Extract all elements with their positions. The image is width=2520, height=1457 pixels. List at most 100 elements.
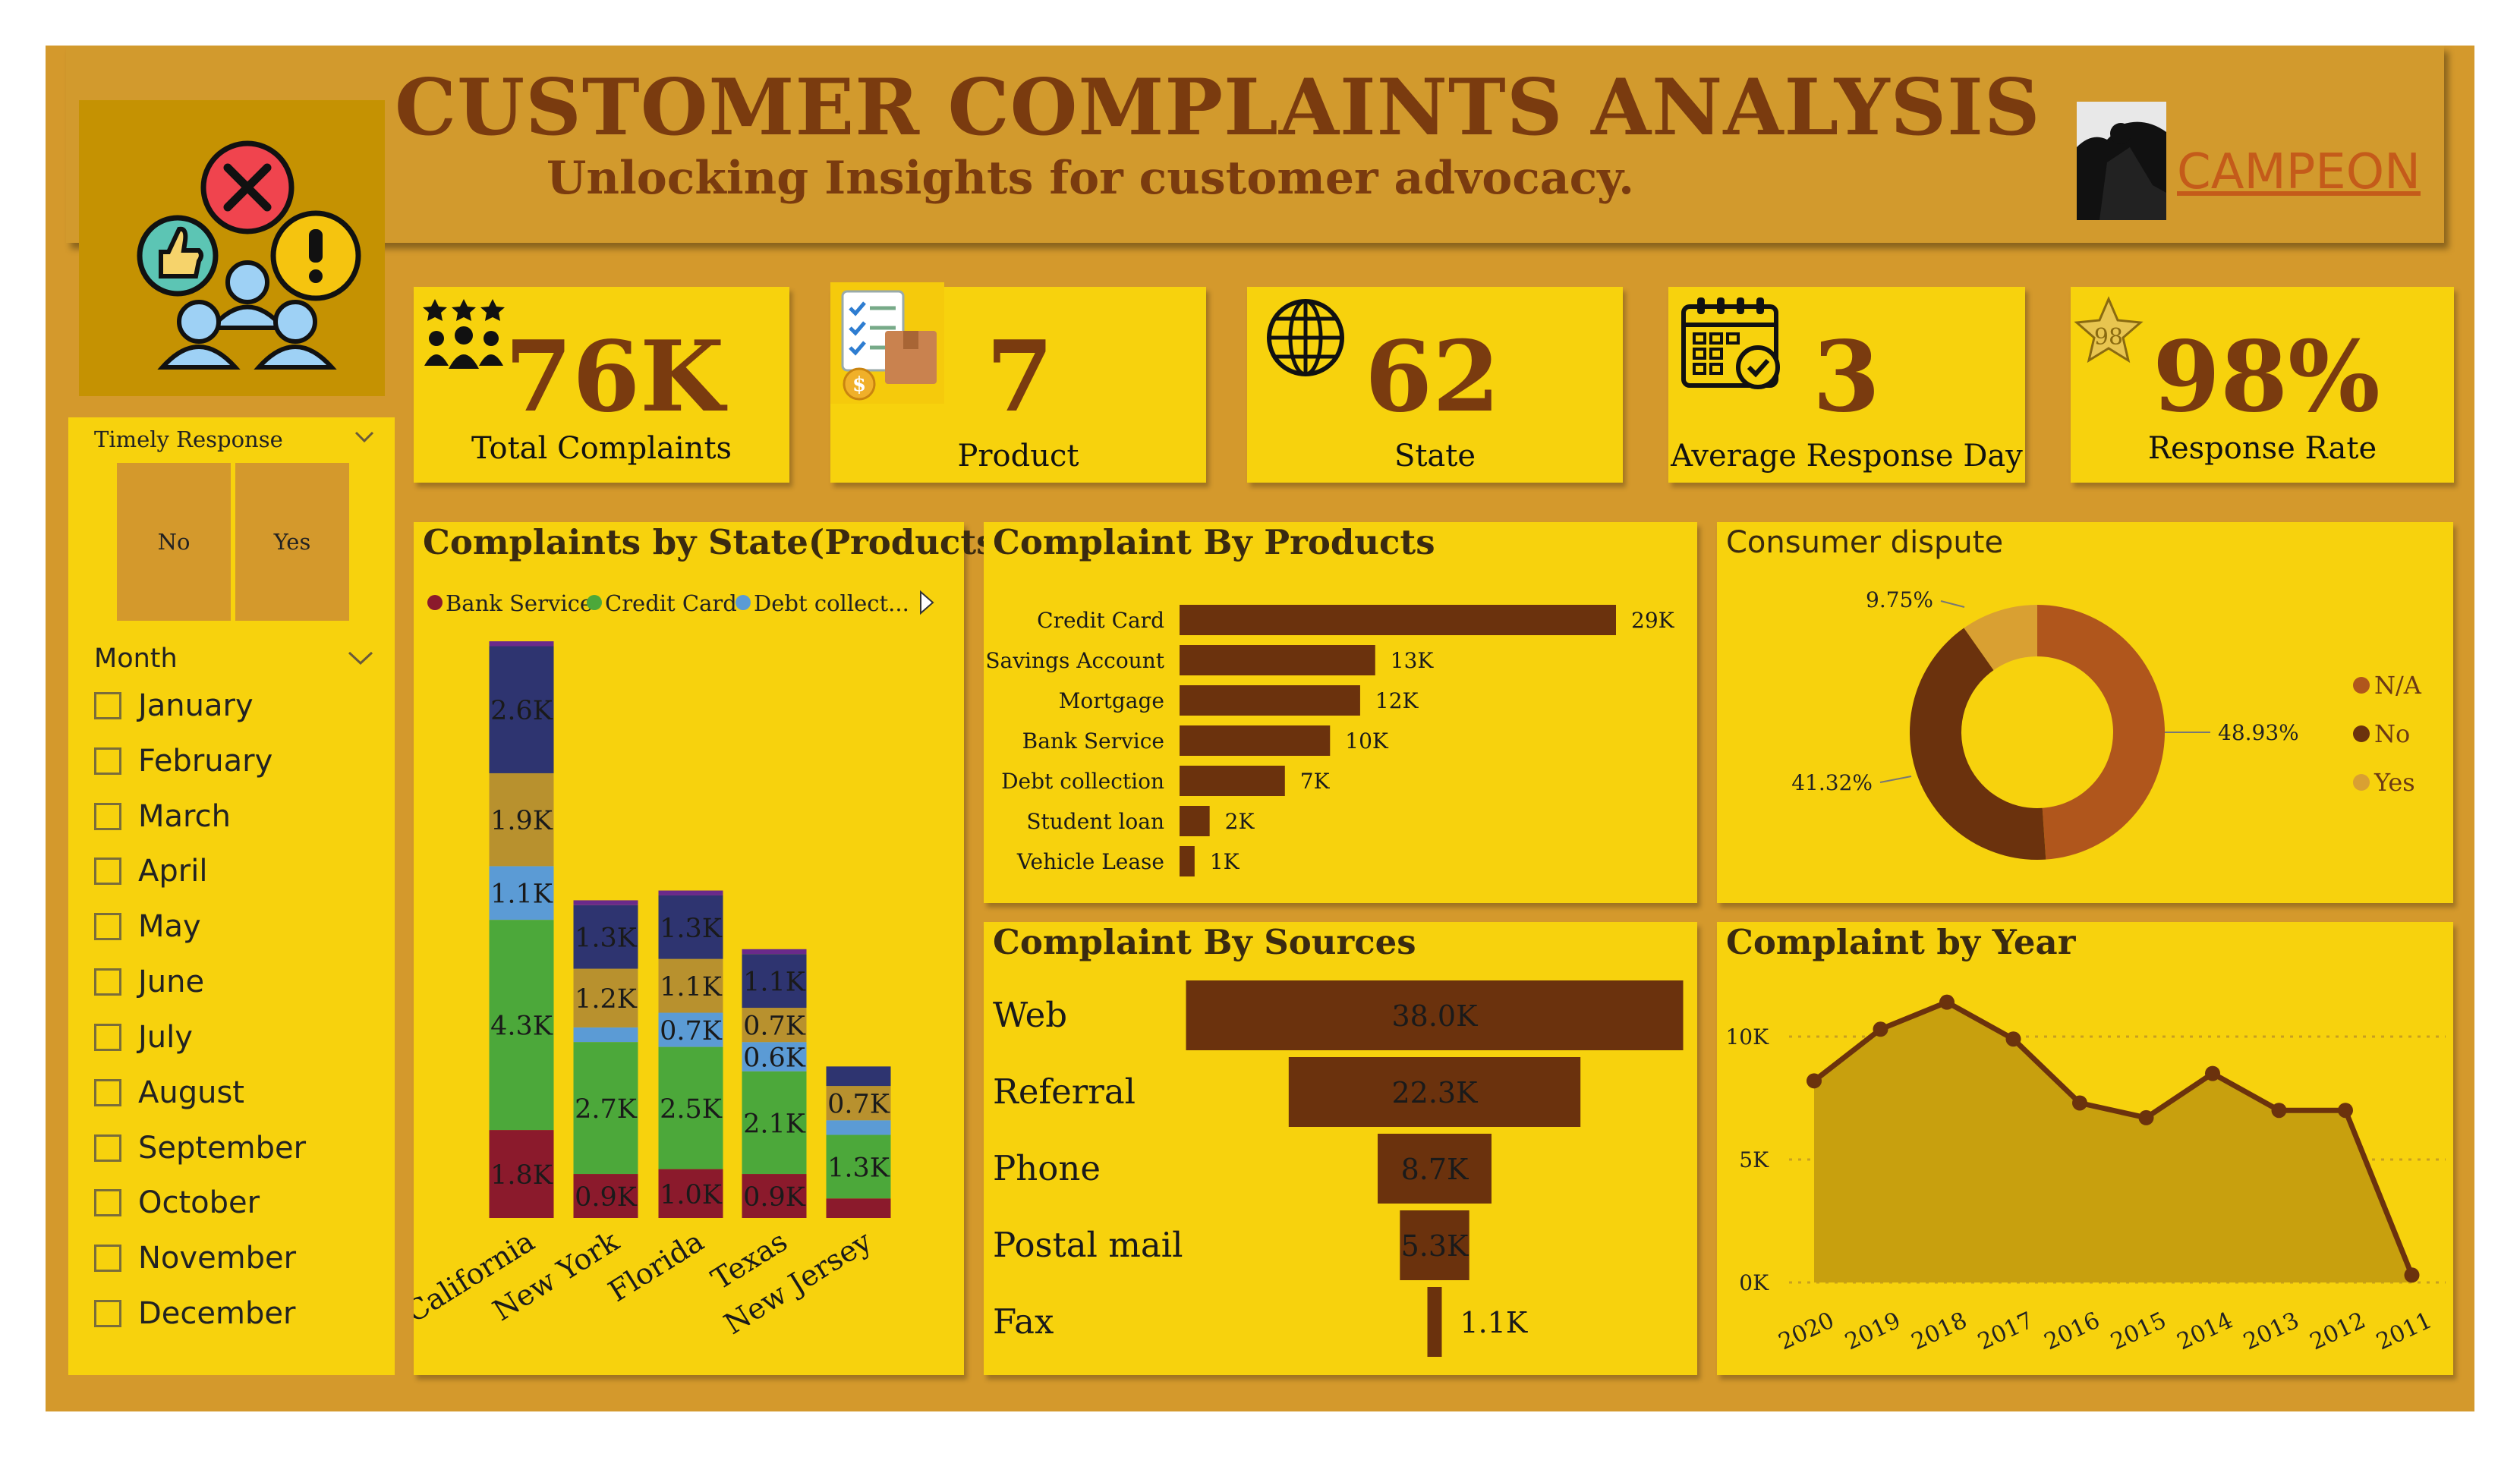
data-point[interactable]: [1939, 994, 1955, 1010]
data-point[interactable]: [2072, 1095, 2087, 1111]
donut-slice[interactable]: [2037, 605, 2166, 860]
y-tick-label: Bank Service: [1022, 728, 1164, 754]
donut-slice[interactable]: [1910, 628, 2046, 860]
data-point[interactable]: [2404, 1267, 2420, 1283]
checkbox[interactable]: [94, 913, 121, 940]
data-label: 8.7K: [1401, 1153, 1469, 1186]
chevron-down-icon[interactable]: [354, 430, 375, 445]
panel-complaint-by-sources: Complaint By Sources Web 38.0K Referral 22.…: [984, 922, 1697, 1375]
bar-segment[interactable]: [658, 890, 723, 895]
kpi-label: Response Rate: [2147, 431, 2377, 466]
y-tick-label: Vehicle Lease: [1016, 849, 1164, 874]
checkbox[interactable]: [94, 1079, 121, 1106]
bar[interactable]: [1180, 685, 1360, 716]
checkbox[interactable]: [94, 1024, 121, 1051]
timely-option-yes[interactable]: Yes: [235, 463, 349, 621]
bar-segment[interactable]: [826, 1198, 891, 1218]
x-tick-label: 2018: [1907, 1307, 1971, 1355]
bar[interactable]: [1180, 806, 1210, 836]
data-label: 1.1K: [1460, 1306, 1527, 1339]
bar-segment[interactable]: [489, 641, 554, 647]
x-tick-label: 2020: [1775, 1307, 1838, 1355]
data-point[interactable]: [2271, 1103, 2287, 1119]
x-tick-label: 2017: [1973, 1307, 2037, 1355]
data-point[interactable]: [2205, 1065, 2220, 1081]
complaints-people-icon: [137, 140, 361, 370]
data-label: 22.3K: [1392, 1076, 1479, 1109]
month-option[interactable]: July: [94, 1015, 193, 1060]
checkbox[interactable]: [94, 747, 121, 775]
data-label: 38.0K: [1392, 999, 1479, 1033]
bar-segment[interactable]: [826, 1120, 891, 1135]
month-option[interactable]: April: [94, 848, 207, 894]
data-label: 13K: [1391, 648, 1435, 673]
bar[interactable]: [1180, 645, 1375, 675]
checkbox[interactable]: [94, 968, 121, 996]
checkbox[interactable]: [94, 1245, 121, 1272]
legend-marker: [2353, 774, 2370, 791]
data-label: 10K: [1345, 728, 1389, 754]
month-option[interactable]: January: [94, 683, 254, 728]
month-option[interactable]: June: [94, 959, 204, 1005]
month-option[interactable]: February: [94, 738, 272, 784]
checkbox[interactable]: [94, 692, 121, 719]
legend-next-icon[interactable]: [920, 590, 934, 615]
bar-segment[interactable]: [573, 1027, 638, 1043]
bar-segment[interactable]: [826, 1066, 891, 1087]
bar[interactable]: [1180, 605, 1616, 635]
timely-option-no[interactable]: No: [117, 463, 231, 621]
horizontal-bar-chart: Credit Card 29K Savings Account 13K Mortgage…: [985, 605, 1675, 876]
data-point[interactable]: [1807, 1073, 1822, 1089]
checkbox[interactable]: [94, 803, 121, 830]
legend-label: Yes: [2374, 768, 2415, 797]
month-option[interactable]: October: [94, 1180, 260, 1226]
calendar-check-icon: [1681, 297, 1780, 389]
globe-icon: [1267, 299, 1344, 376]
month-option[interactable]: December: [94, 1291, 295, 1336]
star-badge-icon: 98: [2074, 296, 2144, 363]
bar[interactable]: [1180, 766, 1285, 796]
bar-segment[interactable]: [742, 949, 807, 955]
data-point[interactable]: [2005, 1031, 2021, 1047]
y-tick-label: 0K: [1739, 1270, 1769, 1295]
checkbox[interactable]: [94, 1134, 121, 1162]
svg-text:$: $: [852, 373, 866, 396]
checkbox[interactable]: [94, 1189, 121, 1216]
data-label: 0.9K: [575, 1182, 638, 1213]
x-tick-label: 2011: [2372, 1307, 2436, 1355]
kpi-product: $ 7 Product: [830, 282, 1206, 483]
data-point[interactable]: [2138, 1109, 2154, 1125]
bar[interactable]: [1180, 725, 1331, 756]
y-tick-label: 10K: [1725, 1024, 1769, 1049]
people-stars-icon: [423, 299, 505, 369]
checkbox[interactable]: [94, 1300, 121, 1327]
legend-label: N/A: [2374, 671, 2422, 700]
funnel-bar[interactable]: [1427, 1287, 1442, 1357]
data-label: 29K: [1631, 608, 1675, 633]
filter-panel: Timely Response No Yes Month January Feb…: [68, 417, 395, 1375]
checkbox[interactable]: [94, 858, 121, 885]
y-tick-label: Mortgage: [1059, 688, 1164, 713]
month-option[interactable]: May: [94, 904, 201, 949]
month-option[interactable]: March: [94, 794, 231, 839]
leader-line: [1940, 600, 1965, 608]
brand-link[interactable]: CAMPEON: [2177, 144, 2421, 200]
y-tick-label: Credit Card: [1037, 608, 1164, 633]
data-label: 5.3K: [1401, 1229, 1469, 1263]
month-option[interactable]: August: [94, 1070, 244, 1116]
panel-complaint-by-year: Complaint by Year 0K 5K 10K 2020 2019 2018 201…: [1717, 922, 2453, 1375]
kpi-average-response-day: 3 Average Response Day: [1668, 287, 2025, 483]
chevron-down-icon[interactable]: [346, 649, 375, 667]
bar-segment[interactable]: [573, 900, 638, 905]
data-label: 1.3K: [827, 1153, 890, 1183]
data-label: 0.7K: [743, 1012, 806, 1042]
month-option[interactable]: November: [94, 1235, 296, 1281]
kpi-label: State: [1394, 439, 1476, 474]
data-label: 4.3K: [490, 1012, 553, 1042]
data-point[interactable]: [2338, 1103, 2353, 1119]
data-label: 0.9K: [743, 1182, 806, 1213]
data-point[interactable]: [1873, 1021, 1888, 1037]
data-label: 0.7K: [660, 1016, 723, 1046]
month-option[interactable]: September: [94, 1125, 306, 1171]
bar[interactable]: [1180, 846, 1195, 876]
